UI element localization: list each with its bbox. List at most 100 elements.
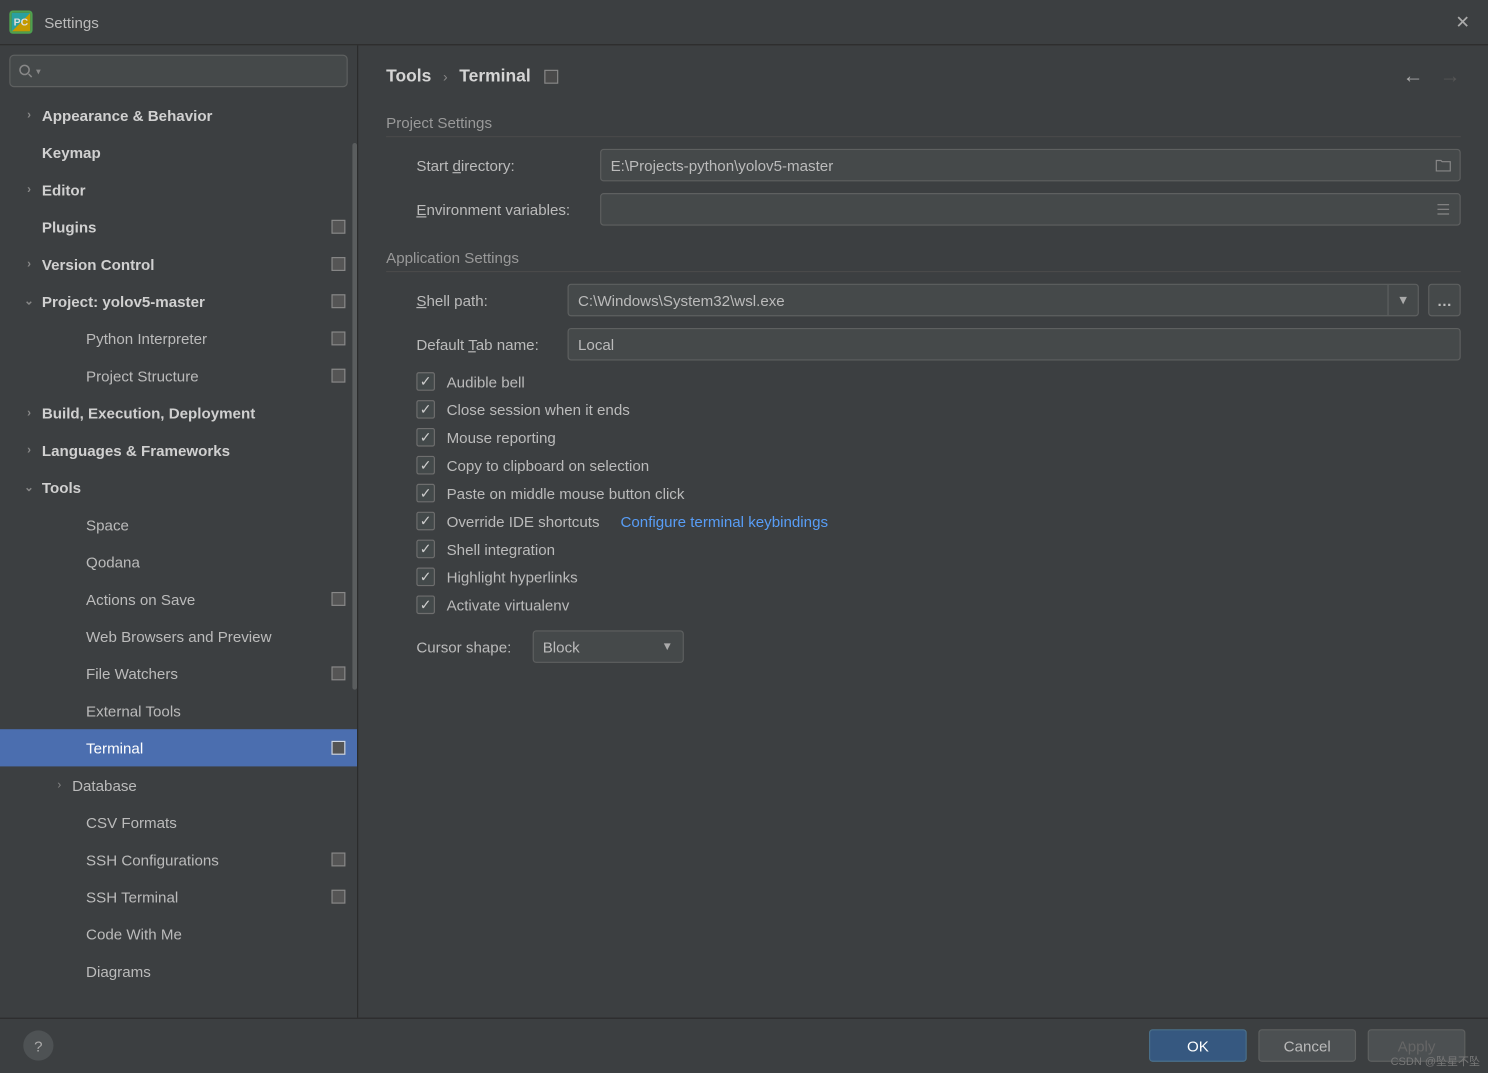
nav-item-tools[interactable]: ⌄ Tools	[0, 469, 357, 506]
chevron-icon: ›	[21, 406, 37, 419]
chevron-down-icon[interactable]: ▾	[1387, 285, 1417, 315]
nav-item-project-yolov5-master[interactable]: ⌄ Project: yolov5-master	[0, 283, 357, 320]
scope-icon	[545, 69, 559, 83]
start-directory-value: E:\Projects-python\yolov5-master	[611, 156, 834, 173]
start-directory-input[interactable]: E:\Projects-python\yolov5-master	[600, 149, 1461, 182]
sidebar: ▾ ›Appearance & Behavior›Keymap›Editor›P…	[0, 45, 358, 1017]
back-button[interactable]: ←	[1403, 64, 1424, 88]
scrollbar[interactable]	[352, 143, 357, 690]
nav-label: Python Interpreter	[86, 330, 331, 347]
configure-keybindings-link[interactable]: Configure terminal keybindings	[620, 512, 828, 529]
nav-label: Version Control	[42, 255, 332, 272]
nav-label: Languages & Frameworks	[42, 441, 346, 458]
nav-item-qodana[interactable]: ›Qodana	[0, 543, 357, 580]
chevron-icon: ›	[21, 109, 37, 122]
chevron-icon: ⌄	[21, 481, 37, 494]
nav-item-external-tools[interactable]: ›External Tools	[0, 692, 357, 729]
nav-item-code-with-me[interactable]: ›Code With Me	[0, 915, 357, 952]
checkbox-override-ide-shortcuts[interactable]	[416, 512, 435, 531]
checkbox-copy-to-clipboard-on-selection[interactable]	[416, 456, 435, 475]
checkbox-activate-virtualenv[interactable]	[416, 595, 435, 614]
nav-label: Plugins	[42, 218, 332, 235]
crumb-terminal: Terminal	[459, 66, 530, 86]
nav-item-actions-on-save[interactable]: ›Actions on Save	[0, 580, 357, 617]
list-icon[interactable]	[1432, 198, 1455, 221]
nav-item-build-execution-deployment[interactable]: › Build, Execution, Deployment	[0, 394, 357, 431]
nav-label: Project: yolov5-master	[42, 292, 332, 309]
settings-tree: ›Appearance & Behavior›Keymap›Editor›Plu…	[0, 92, 357, 999]
search-input[interactable]: ▾	[9, 55, 347, 88]
cancel-button[interactable]: Cancel	[1258, 1029, 1356, 1062]
folder-icon[interactable]	[1432, 154, 1455, 177]
chevron-icon: ⌄	[21, 295, 37, 308]
shell-path-input[interactable]: C:\Windows\System32\wsl.exe ▾	[568, 284, 1419, 317]
help-button[interactable]: ?	[23, 1031, 53, 1061]
forward-button: →	[1440, 64, 1461, 88]
cursor-shape-value: Block	[543, 638, 580, 655]
nav-label: Space	[86, 516, 345, 533]
checkbox-label: Audible bell	[447, 373, 525, 390]
scope-icon	[331, 666, 345, 680]
ok-button[interactable]: OK	[1149, 1029, 1247, 1062]
label-env: Environment variables:	[416, 201, 600, 218]
chevron-icon: ›	[21, 444, 37, 457]
checkbox-mouse-reporting[interactable]	[416, 428, 435, 447]
label-tab: Default Tab name:	[416, 336, 567, 353]
scope-icon	[331, 741, 345, 755]
nav-label: Project Structure	[86, 367, 331, 384]
close-icon[interactable]: ✕	[1446, 7, 1479, 37]
nav-label: CSV Formats	[86, 814, 345, 831]
checkbox-close-session-when-it-ends[interactable]	[416, 400, 435, 419]
scope-icon	[331, 294, 345, 308]
nav-label: Qodana	[86, 553, 345, 570]
shell-path-value: C:\Windows\System32\wsl.exe	[578, 291, 785, 308]
nav-item-database[interactable]: ›Database	[0, 766, 357, 803]
watermark: CSDN @坠星不坠	[1391, 1053, 1480, 1069]
nav-item-space[interactable]: ›Space	[0, 506, 357, 543]
checkbox-label: Mouse reporting	[447, 429, 556, 446]
checkbox-shell-integration[interactable]	[416, 540, 435, 559]
nav-item-project-structure[interactable]: ›Project Structure	[0, 357, 357, 394]
nav-item-version-control[interactable]: › Version Control	[0, 245, 357, 282]
nav-item-languages-frameworks[interactable]: › Languages & Frameworks	[0, 431, 357, 468]
nav-item-editor[interactable]: ›Editor	[0, 171, 357, 208]
tab-name-input[interactable]: Local	[568, 328, 1461, 361]
scope-icon	[331, 369, 345, 383]
search-icon	[17, 63, 33, 79]
checkbox-label: Copy to clipboard on selection	[447, 456, 650, 473]
nav-label: Build, Execution, Deployment	[42, 404, 346, 421]
crumb-tools[interactable]: Tools	[386, 66, 431, 86]
nav-item-appearance-behavior[interactable]: › Appearance & Behavior	[0, 97, 357, 134]
cursor-shape-select[interactable]: Block ▼	[532, 630, 683, 663]
nav-item-file-watchers[interactable]: ›File Watchers	[0, 655, 357, 692]
nav-item-terminal[interactable]: ›Terminal	[0, 729, 357, 766]
content-pane: Tools › Terminal ← → Project Settings St…	[358, 45, 1488, 1017]
nav-item-plugins[interactable]: ›Plugins	[0, 208, 357, 245]
nav-label: Tools	[42, 479, 346, 496]
search-dropdown-icon[interactable]: ▾	[36, 66, 41, 76]
label-start-dir: Start directory:	[416, 156, 600, 173]
nav-item-python-interpreter[interactable]: ›Python Interpreter	[0, 320, 357, 357]
nav-label: Diagrams	[86, 962, 345, 979]
nav-label: Terminal	[86, 739, 331, 756]
checkbox-audible-bell[interactable]	[416, 372, 435, 391]
scope-icon	[331, 852, 345, 866]
nav-item-csv-formats[interactable]: ›CSV Formats	[0, 804, 357, 841]
nav-item-diagrams[interactable]: ›Diagrams	[0, 952, 357, 989]
nav-item-ssh-terminal[interactable]: ›SSH Terminal	[0, 878, 357, 915]
label-shell: Shell path:	[416, 291, 567, 308]
nav-item-keymap[interactable]: ›Keymap	[0, 134, 357, 171]
section-project: Project Settings	[386, 114, 1461, 137]
nav-label: Appearance & Behavior	[42, 106, 346, 123]
env-variables-input[interactable]	[600, 193, 1461, 226]
nav-label: Web Browsers and Preview	[86, 627, 345, 644]
checkbox-highlight-hyperlinks[interactable]	[416, 568, 435, 587]
checkbox-paste-on-middle-mouse-button-click[interactable]	[416, 484, 435, 503]
browse-button[interactable]: …	[1428, 284, 1461, 317]
scope-icon	[331, 331, 345, 345]
titlebar: PC Settings ✕	[0, 0, 1488, 44]
nav-item-ssh-configurations[interactable]: ›SSH Configurations	[0, 841, 357, 878]
nav-item-web-browsers-and-preview[interactable]: ›Web Browsers and Preview	[0, 618, 357, 655]
chevron-icon: ›	[21, 258, 37, 271]
chevron-icon: ›	[21, 183, 37, 196]
